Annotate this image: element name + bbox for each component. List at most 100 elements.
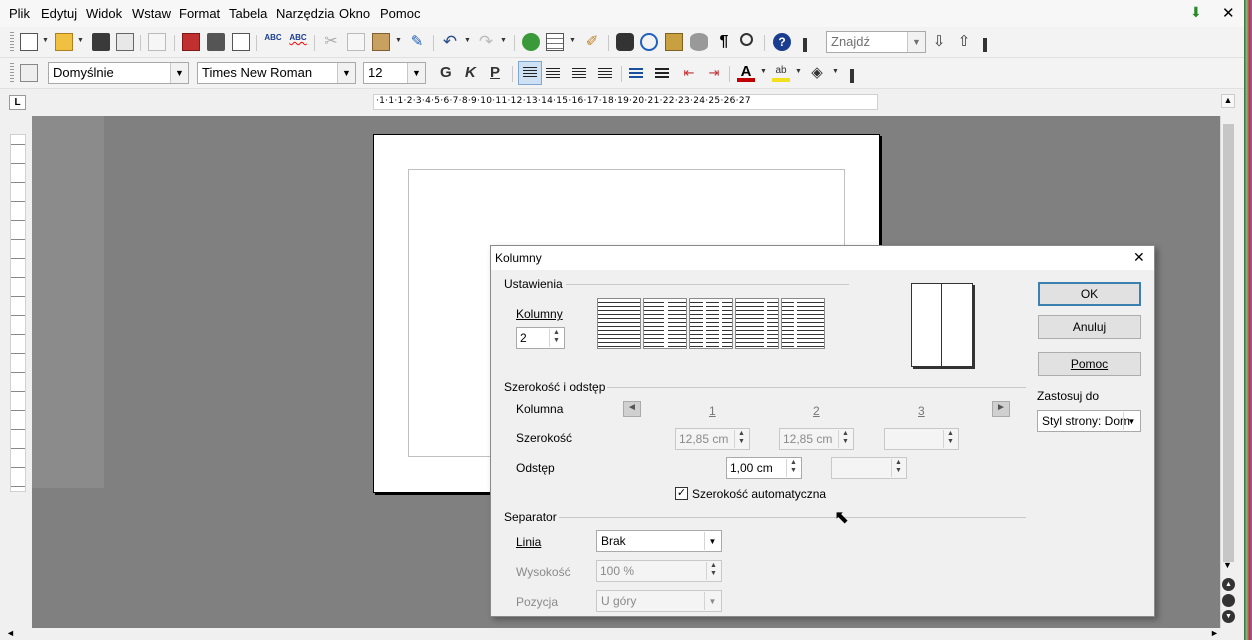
menu-format[interactable]: Format <box>179 6 220 21</box>
column1-width-spinner[interactable]: 12,85 cm ▲ ▼ <box>675 428 750 450</box>
spacing1-stepper-icon[interactable]: ▲ ▼ <box>786 459 800 477</box>
find-replace-icon[interactable] <box>616 33 634 51</box>
spellcheck-icon[interactable]: ABC <box>264 33 282 51</box>
spacing2-stepper-icon[interactable]: ▲ ▼ <box>891 459 905 477</box>
column1-width-stepper-icon[interactable]: ▲ ▼ <box>734 430 748 448</box>
undo-icon[interactable]: ↶ <box>441 33 459 51</box>
apply-to-dropdown-icon[interactable]: ▼ <box>1123 412 1139 430</box>
table-dropdown-icon[interactable]: ▼ <box>569 37 576 44</box>
columns-count-spinner[interactable]: 2 ▲ ▼ <box>516 327 565 349</box>
redo-dropdown-icon[interactable]: ▼ <box>500 37 507 44</box>
draw-functions-icon[interactable]: ✐ <box>583 33 601 51</box>
height-stepper-icon[interactable]: ▲ ▼ <box>706 562 720 580</box>
line-style-dropdown-icon[interactable]: ▼ <box>704 532 720 550</box>
bullets-icon[interactable] <box>655 68 669 80</box>
new-dropdown-icon[interactable]: ▼ <box>42 37 49 44</box>
font-color-icon[interactable]: A <box>737 64 755 82</box>
column2-width-spinner[interactable]: 12,85 cm ▲ ▼ <box>779 428 854 450</box>
paragraph-style-select[interactable]: Domyślnie ▼ <box>48 62 189 84</box>
column2-width-stepper-icon[interactable]: ▲ ▼ <box>838 430 852 448</box>
bold-button[interactable]: G <box>440 64 452 81</box>
vertical-ruler[interactable] <box>10 134 26 492</box>
position-select[interactable]: U góry ▼ <box>596 590 722 612</box>
dialog-close-button[interactable]: ✕ <box>1133 249 1145 266</box>
undo-dropdown-icon[interactable]: ▼ <box>464 37 471 44</box>
numbering-icon[interactable] <box>629 68 643 80</box>
navigator-icon[interactable] <box>640 33 658 51</box>
redo-icon[interactable]: ↷ <box>477 33 495 51</box>
apply-to-select[interactable]: Styl strony: Dom ▼ <box>1037 410 1141 432</box>
copy-icon[interactable] <box>347 33 365 51</box>
export-pdf-icon[interactable] <box>182 33 200 51</box>
menu-widok[interactable]: Widok <box>86 6 122 21</box>
dialog-title-bar[interactable]: Kolumny ✕ <box>491 246 1154 270</box>
font-color-dropdown-icon[interactable]: ▼ <box>760 68 767 75</box>
line-style-select[interactable]: Brak ▼ <box>596 530 722 552</box>
open-dropdown-icon[interactable]: ▼ <box>77 37 84 44</box>
edit-mode-icon[interactable] <box>148 33 166 51</box>
italic-button[interactable]: K <box>465 64 476 81</box>
columns-count-stepper-icon[interactable]: ▲ ▼ <box>549 329 563 347</box>
autospellcheck-icon[interactable]: ABC <box>289 33 307 51</box>
new-document-icon[interactable] <box>20 33 38 51</box>
find-dropdown-icon[interactable]: ▼ <box>907 32 925 52</box>
align-center-icon[interactable] <box>546 68 560 80</box>
height-spinner[interactable]: 100 % ▲ ▼ <box>596 560 722 582</box>
print-icon[interactable] <box>207 33 225 51</box>
find-next-icon[interactable]: ⇩ <box>930 33 948 51</box>
download-update-icon[interactable]: ⬇ <box>1190 5 1206 19</box>
underline-button[interactable]: P <box>490 64 500 81</box>
column3-width-spinner[interactable]: ▲ ▼ <box>884 428 959 450</box>
vertical-scroll-thumb[interactable] <box>1223 124 1234 562</box>
menu-tabela[interactable]: Tabela <box>229 6 267 21</box>
background-color-dropdown-icon[interactable]: ▼ <box>832 68 839 75</box>
paragraph-style-dropdown-icon[interactable]: ▼ <box>170 63 188 83</box>
cut-icon[interactable]: ✂ <box>322 33 340 51</box>
paste-dropdown-icon[interactable]: ▼ <box>395 37 402 44</box>
find-previous-icon[interactable]: ⇧ <box>955 33 973 51</box>
background-color-icon[interactable]: ◈ <box>808 64 826 82</box>
formatting-marks-icon[interactable]: ¶ <box>715 33 733 51</box>
toolbar-grip[interactable] <box>10 32 14 52</box>
ok-button[interactable]: OK <box>1038 282 1141 306</box>
vertical-scrollbar[interactable]: ▼ ▲ ▼ <box>1220 116 1236 628</box>
menu-okno[interactable]: Okno <box>339 6 370 21</box>
help-button[interactable]: Pomoc <box>1038 352 1141 376</box>
column-left-arrow-icon[interactable]: ◄ <box>623 401 641 417</box>
close-document-icon[interactable]: ✕ <box>1222 4 1235 22</box>
navigation-icon[interactable] <box>1222 594 1235 607</box>
font-size-dropdown-icon[interactable]: ▼ <box>407 63 425 83</box>
toolbar-overflow-icon[interactable] <box>803 38 807 52</box>
open-folder-icon[interactable] <box>55 33 73 51</box>
menu-plik[interactable]: Plik <box>9 6 30 21</box>
preset-one-column[interactable] <box>597 298 641 349</box>
horizontal-ruler[interactable]: ·1·1·1·2·3·4·5·6·7·8·9·10·11·12·13·14·15… <box>373 94 878 110</box>
preset-three-columns[interactable] <box>689 298 733 349</box>
font-size-select[interactable]: 12 ▼ <box>363 62 426 84</box>
cancel-button[interactable]: Anuluj <box>1038 315 1141 339</box>
save-icon[interactable] <box>92 33 110 51</box>
preset-two-columns-right-wide[interactable] <box>781 298 825 349</box>
hyperlink-icon[interactable] <box>522 33 540 51</box>
formatting-overflow-icon[interactable] <box>850 69 854 83</box>
find-toolbar-overflow-icon[interactable] <box>983 38 987 52</box>
email-icon[interactable] <box>116 33 134 51</box>
position-dropdown-icon[interactable]: ▼ <box>704 592 720 610</box>
scroll-up-icon[interactable]: ▲ <box>1221 94 1235 108</box>
highlighting-icon[interactable]: ab <box>772 64 790 82</box>
previous-page-icon[interactable]: ▲ <box>1222 578 1235 591</box>
menu-edytuj[interactable]: Edytuj <box>41 6 77 21</box>
column-right-arrow-icon[interactable]: ► <box>992 401 1010 417</box>
increase-indent-icon[interactable]: ⇥ <box>705 64 723 82</box>
zoom-icon[interactable] <box>740 33 753 46</box>
tab-stop-type-button[interactable]: L <box>9 95 26 110</box>
decrease-indent-icon[interactable]: ⇤ <box>680 64 698 82</box>
preset-two-columns-left-wide[interactable] <box>735 298 779 349</box>
scroll-left-icon[interactable]: ◄ <box>6 628 15 638</box>
horizontal-scrollbar[interactable]: ◄ ► <box>0 628 1236 640</box>
column3-width-stepper-icon[interactable]: ▲ ▼ <box>943 430 957 448</box>
menu-wstaw[interactable]: Wstaw <box>132 6 171 21</box>
preset-two-columns[interactable] <box>643 298 687 349</box>
scroll-right-icon[interactable]: ► <box>1210 628 1219 638</box>
data-sources-icon[interactable] <box>690 33 708 51</box>
